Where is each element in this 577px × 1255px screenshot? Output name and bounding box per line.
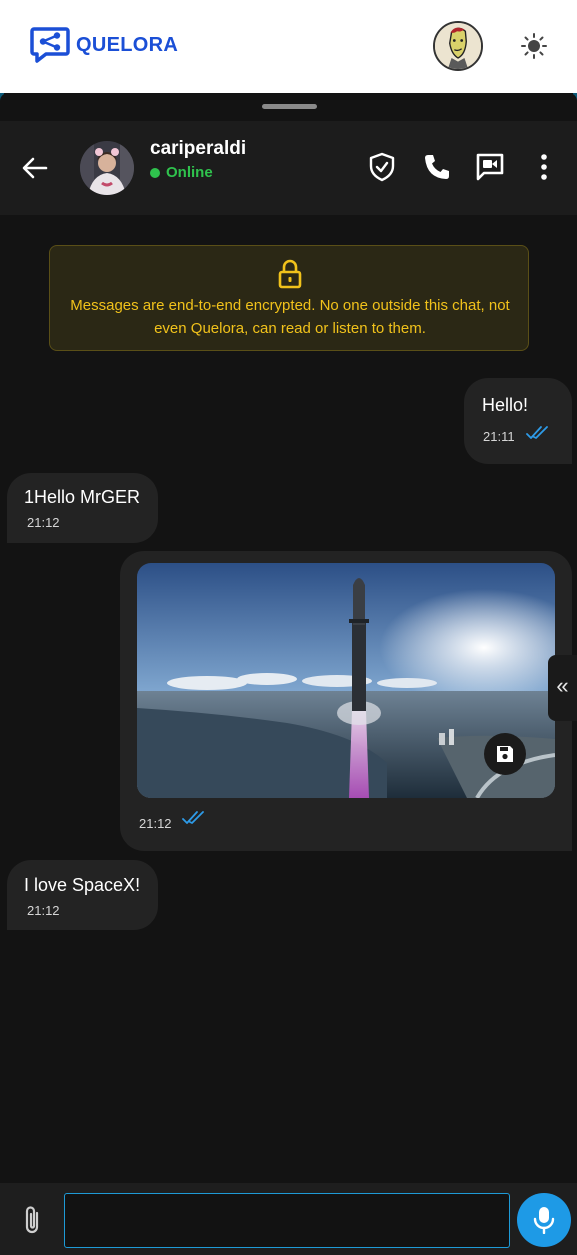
more-vertical-icon[interactable] xyxy=(528,151,560,183)
encryption-notice: Messages are end-to-end encrypted. No on… xyxy=(49,245,529,351)
message-incoming[interactable]: I love SpaceX! 21:12 xyxy=(7,860,158,930)
online-dot-icon xyxy=(150,167,160,178)
message-incoming[interactable]: 1Hello MrGER 21:12 xyxy=(7,473,158,543)
save-icon xyxy=(497,746,513,762)
read-ticks-icon xyxy=(182,811,204,824)
read-ticks-icon xyxy=(526,426,548,439)
video-call-icon[interactable] xyxy=(474,151,506,183)
shield-check-icon[interactable] xyxy=(366,151,398,183)
message-time: 21:12 xyxy=(27,515,60,530)
logo-icon xyxy=(30,27,70,63)
back-arrow-icon[interactable] xyxy=(20,153,50,183)
app-name: QUELORA xyxy=(76,33,179,56)
message-composer xyxy=(0,1183,577,1255)
user-avatar-icon xyxy=(435,23,481,69)
status-text: Online xyxy=(166,164,213,181)
user-avatar[interactable] xyxy=(433,21,483,71)
chat-sheet: cariperaldi Online Messages are end-to-e… xyxy=(0,93,577,1255)
paperclip-icon[interactable] xyxy=(20,1203,44,1237)
message-text: I love SpaceX! xyxy=(24,875,141,895)
contact-avatar[interactable] xyxy=(80,141,134,195)
top-bar: QUELORA xyxy=(0,0,577,93)
message-input[interactable] xyxy=(64,1193,510,1248)
message-text: 1Hello MrGER xyxy=(24,487,141,507)
message-time: 21:12 xyxy=(27,903,60,918)
contact-name[interactable]: cariperaldi xyxy=(150,138,246,160)
message-outgoing[interactable]: Hello! 21:11 xyxy=(464,378,572,464)
sun-icon[interactable] xyxy=(520,32,548,60)
microphone-icon xyxy=(533,1207,555,1234)
message-text: Hello! xyxy=(482,395,529,415)
chat-app: QUELORA cariperaldi Online Messages are … xyxy=(0,0,577,1255)
encryption-notice-text: Messages are end-to-end encrypted. No on… xyxy=(70,297,510,337)
message-time: 21:11 xyxy=(483,429,515,444)
drag-handle[interactable] xyxy=(262,104,317,109)
contact-photo-icon xyxy=(80,141,134,195)
app-logo[interactable]: QUELORA xyxy=(30,26,178,64)
voice-record-button[interactable] xyxy=(517,1193,571,1247)
phone-icon[interactable] xyxy=(421,151,453,183)
chat-header: cariperaldi Online xyxy=(0,121,577,215)
save-image-button[interactable] xyxy=(484,733,526,775)
contact-status: Online xyxy=(150,164,213,181)
lock-icon xyxy=(278,259,302,289)
message-time: 21:12 xyxy=(139,816,172,831)
message-outgoing-image[interactable]: 21:12 xyxy=(120,551,572,851)
side-panel-toggle[interactable]: « xyxy=(548,655,577,721)
